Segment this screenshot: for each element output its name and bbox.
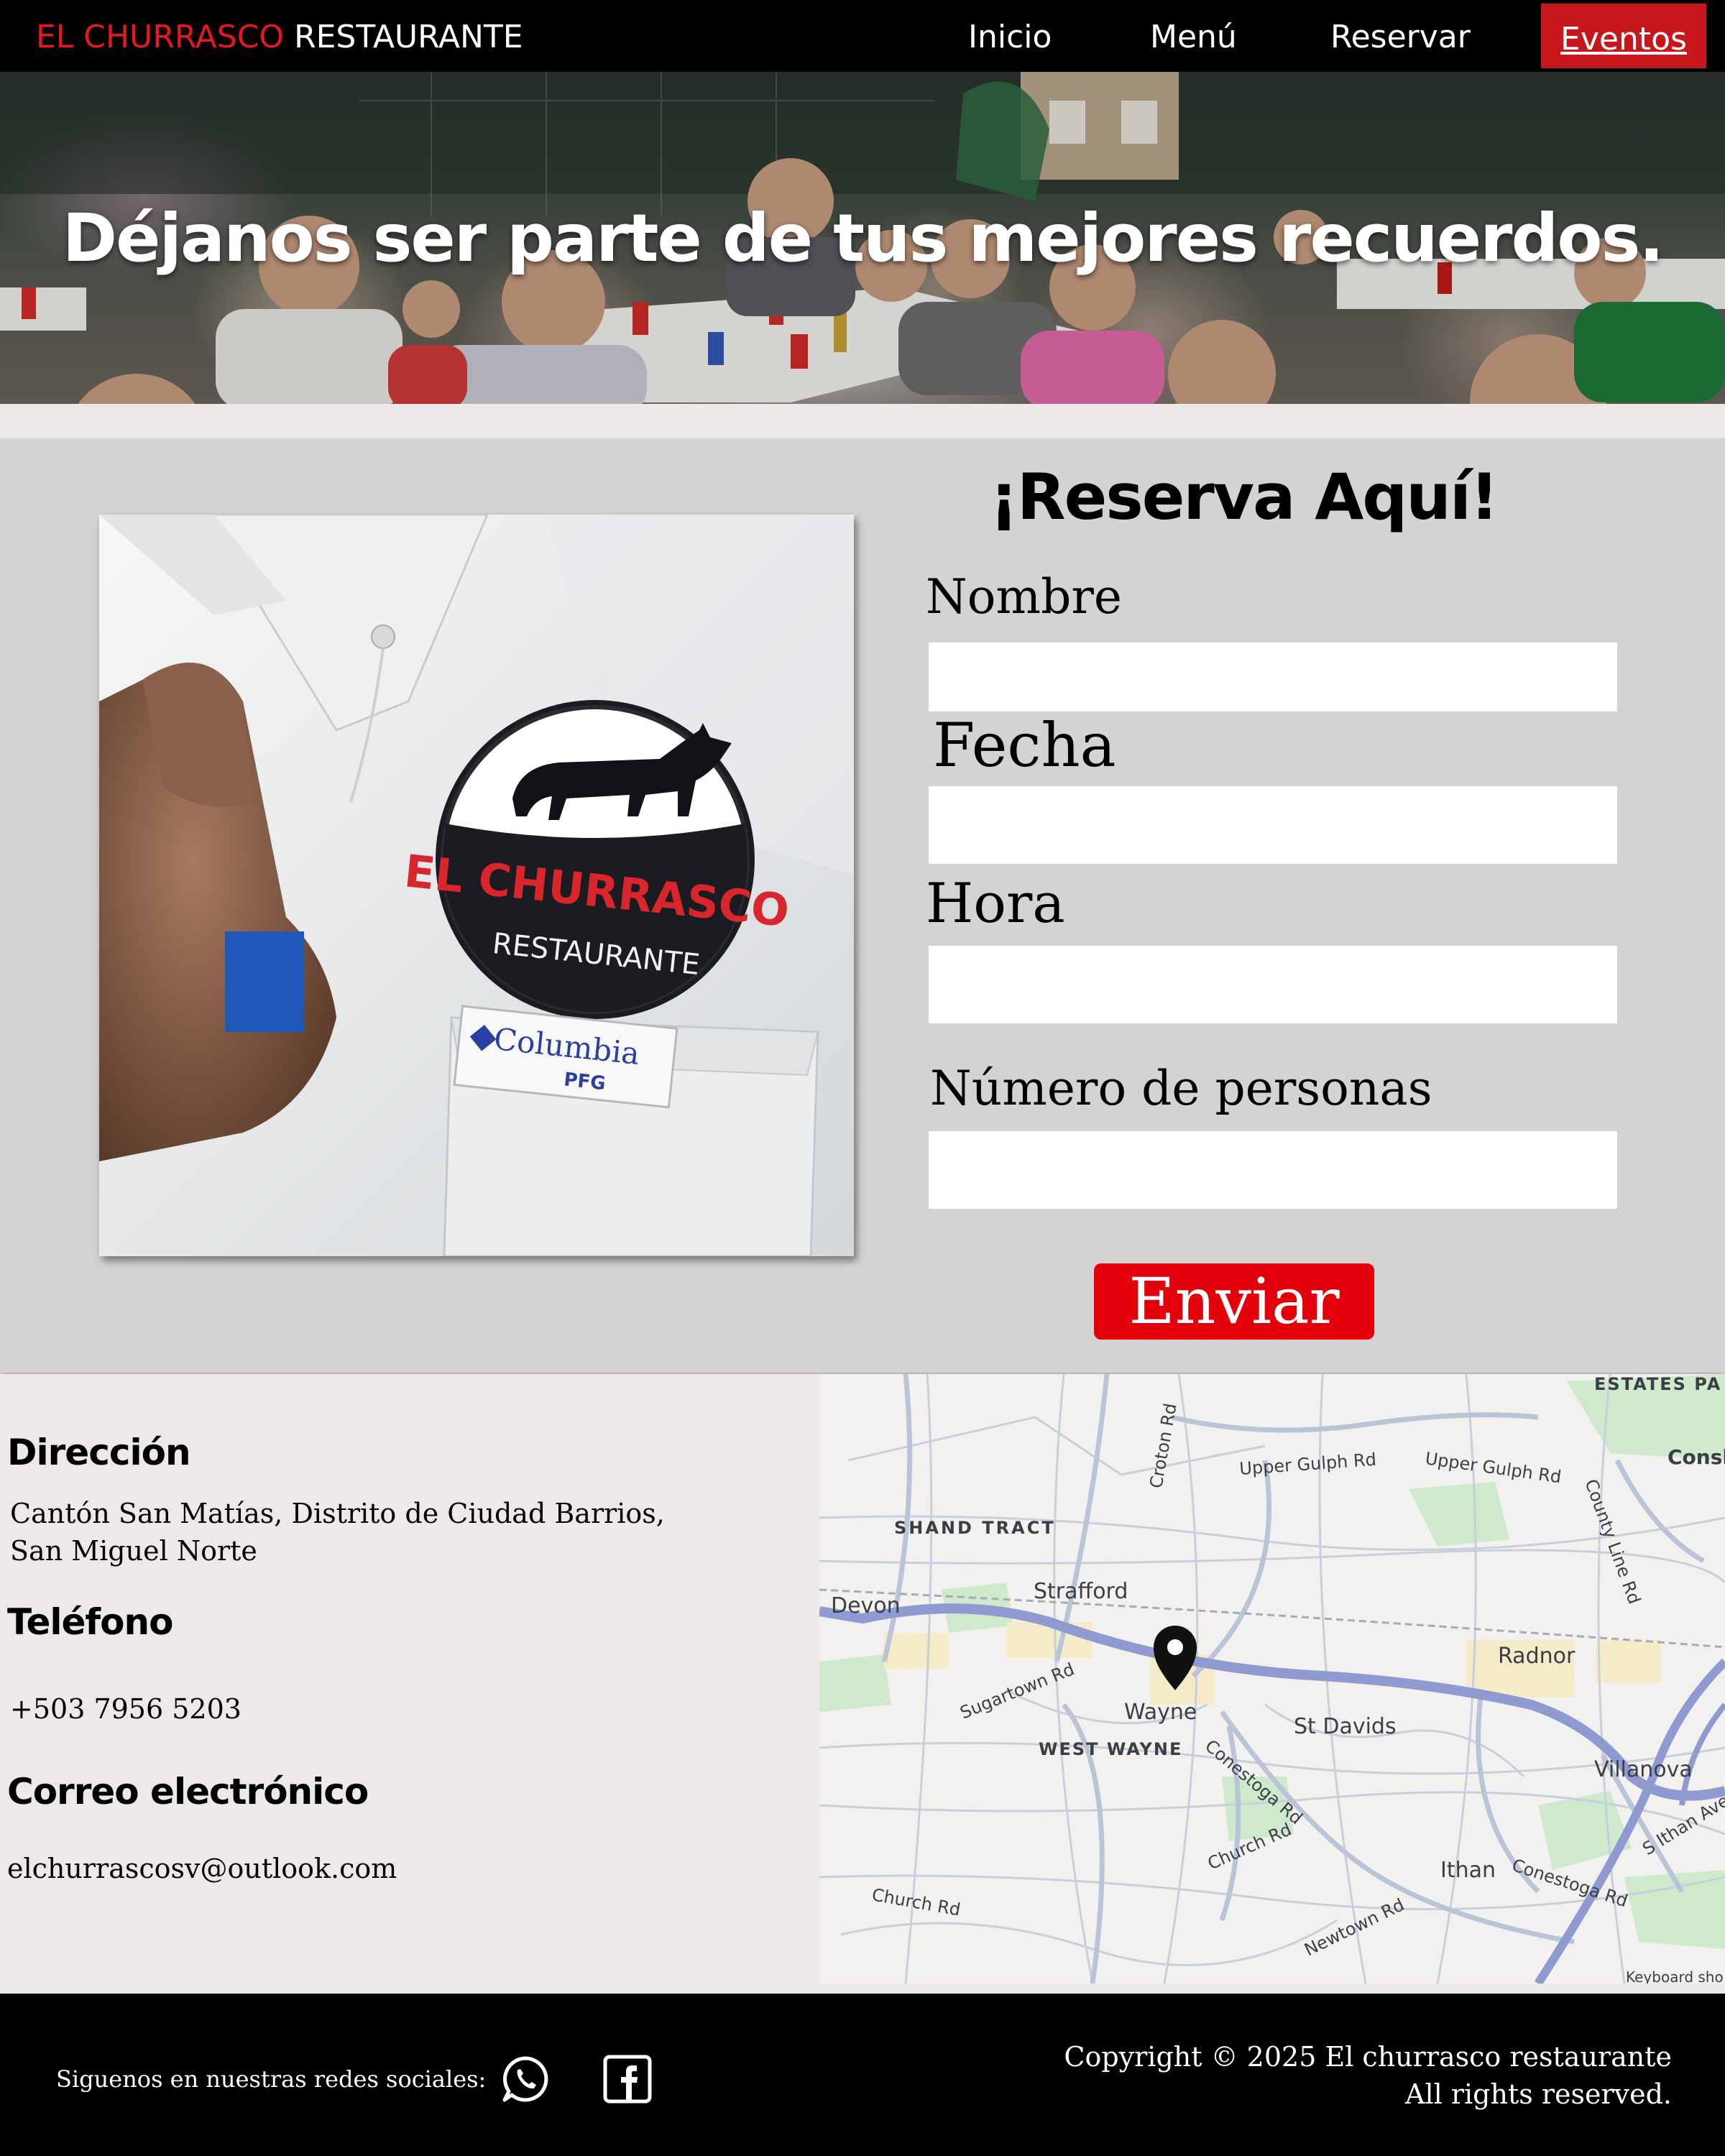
facebook-icon[interactable] — [602, 2054, 653, 2104]
party-size-label: Número de personas — [930, 1061, 1432, 1116]
map-label: Keyboard sho — [1626, 1968, 1724, 1984]
date-label: Fecha — [933, 710, 1116, 780]
address-line-1: Cantón San Matías, Distrito de Ciudad Ba… — [10, 1498, 665, 1529]
top-nav: EL CHURRASCO RESTAURANTE Inicio Menú Res… — [0, 0, 1725, 72]
map-label: Croton Rd — [1146, 1401, 1180, 1490]
svg-text:PFG: PFG — [563, 1069, 607, 1095]
copyright-line-1: Copyright © 2025 El churrasco restaurant… — [1064, 2041, 1672, 2073]
social-label: Siguenos en nuestras redes sociales: — [56, 2065, 487, 2093]
submit-button[interactable]: Enviar — [1094, 1263, 1374, 1340]
time-label: Hora — [926, 871, 1065, 935]
hero-title: Déjanos ser parte de tus mejores recuerd… — [62, 200, 1665, 277]
email-address[interactable]: elchurrascosv@outlook.com — [7, 1850, 397, 1887]
map-label: Devon — [831, 1593, 901, 1618]
contact-info: Dirección Cantón San Matías, Distrito de… — [0, 1374, 819, 1994]
nav-link-eventos[interactable]: Eventos — [1541, 4, 1706, 68]
brand-name-red: EL CHURRASCO — [36, 19, 285, 55]
nav-link-reservar[interactable]: Reservar — [1330, 0, 1471, 72]
hero-banner: Déjanos ser parte de tus mejores recuerd… — [0, 72, 1725, 404]
map-label: Ithan — [1440, 1858, 1496, 1883]
nav-link-menu[interactable]: Menú — [1150, 0, 1237, 72]
name-field[interactable] — [929, 642, 1617, 711]
nav-link-inicio[interactable]: Inicio — [968, 0, 1052, 72]
map-label: Church Rd — [870, 1884, 962, 1920]
map-label: SHAND TRACT — [894, 1518, 1056, 1538]
time-field[interactable] — [929, 946, 1617, 1023]
copyright-line-2: All rights reserved. — [1405, 2078, 1672, 2110]
map-label: Consh — [1668, 1445, 1725, 1469]
map-label: ESTATES PA — [1594, 1374, 1721, 1394]
map-label: Wayne — [1124, 1700, 1197, 1725]
map-label: St Davids — [1294, 1714, 1397, 1739]
map-label: Radnor — [1498, 1644, 1576, 1669]
map-canvas[interactable]: ESTATES PA Upper Gulph Rd Upper Gulph Rd… — [819, 1374, 1725, 1984]
map-label: Upper Gulph Rd — [1424, 1448, 1563, 1487]
address-heading: Dirección — [7, 1432, 191, 1473]
shirt-logo-photo: EL CHURRASCO RESTAURANTE Columbia PFG — [99, 515, 854, 1256]
map-label: Strafford — [1034, 1579, 1128, 1604]
map-label: WEST WAYNE — [1039, 1739, 1182, 1759]
section-divider — [0, 404, 1725, 438]
phone-number[interactable]: +503 7956 5203 — [10, 1690, 242, 1728]
address-line-2: San Miguel Norte — [10, 1535, 257, 1567]
map-label: Upper Gulph Rd — [1238, 1450, 1376, 1479]
staff-shirt-photo: EL CHURRASCO RESTAURANTE Columbia PFG — [99, 515, 854, 1256]
copyright: Copyright © 2025 El churrasco restaurant… — [1064, 2038, 1672, 2113]
nav-link-eventos-label: Eventos — [1560, 21, 1687, 57]
brand-name-white: RESTAURANTE — [294, 19, 523, 55]
whatsapp-icon[interactable] — [500, 2054, 551, 2104]
footer: Siguenos en nuestras redes sociales: Cop… — [0, 1994, 1725, 2156]
email-heading: Correo electrónico — [7, 1771, 369, 1812]
reservation-section: EL CHURRASCO RESTAURANTE Columbia PFG ¡R… — [0, 438, 1725, 1373]
date-field[interactable] — [929, 786, 1617, 864]
reservation-title: ¡Reserva Aquí! — [989, 460, 1499, 534]
brand-logo-text[interactable]: EL CHURRASCO RESTAURANTE — [36, 0, 523, 72]
party-size-field[interactable] — [929, 1131, 1617, 1209]
map-label: Villanova — [1594, 1757, 1693, 1782]
phone-heading: Teléfono — [7, 1601, 173, 1643]
location-map[interactable]: ESTATES PA Upper Gulph Rd Upper Gulph Rd… — [819, 1374, 1725, 1984]
name-label: Nombre — [926, 569, 1122, 625]
